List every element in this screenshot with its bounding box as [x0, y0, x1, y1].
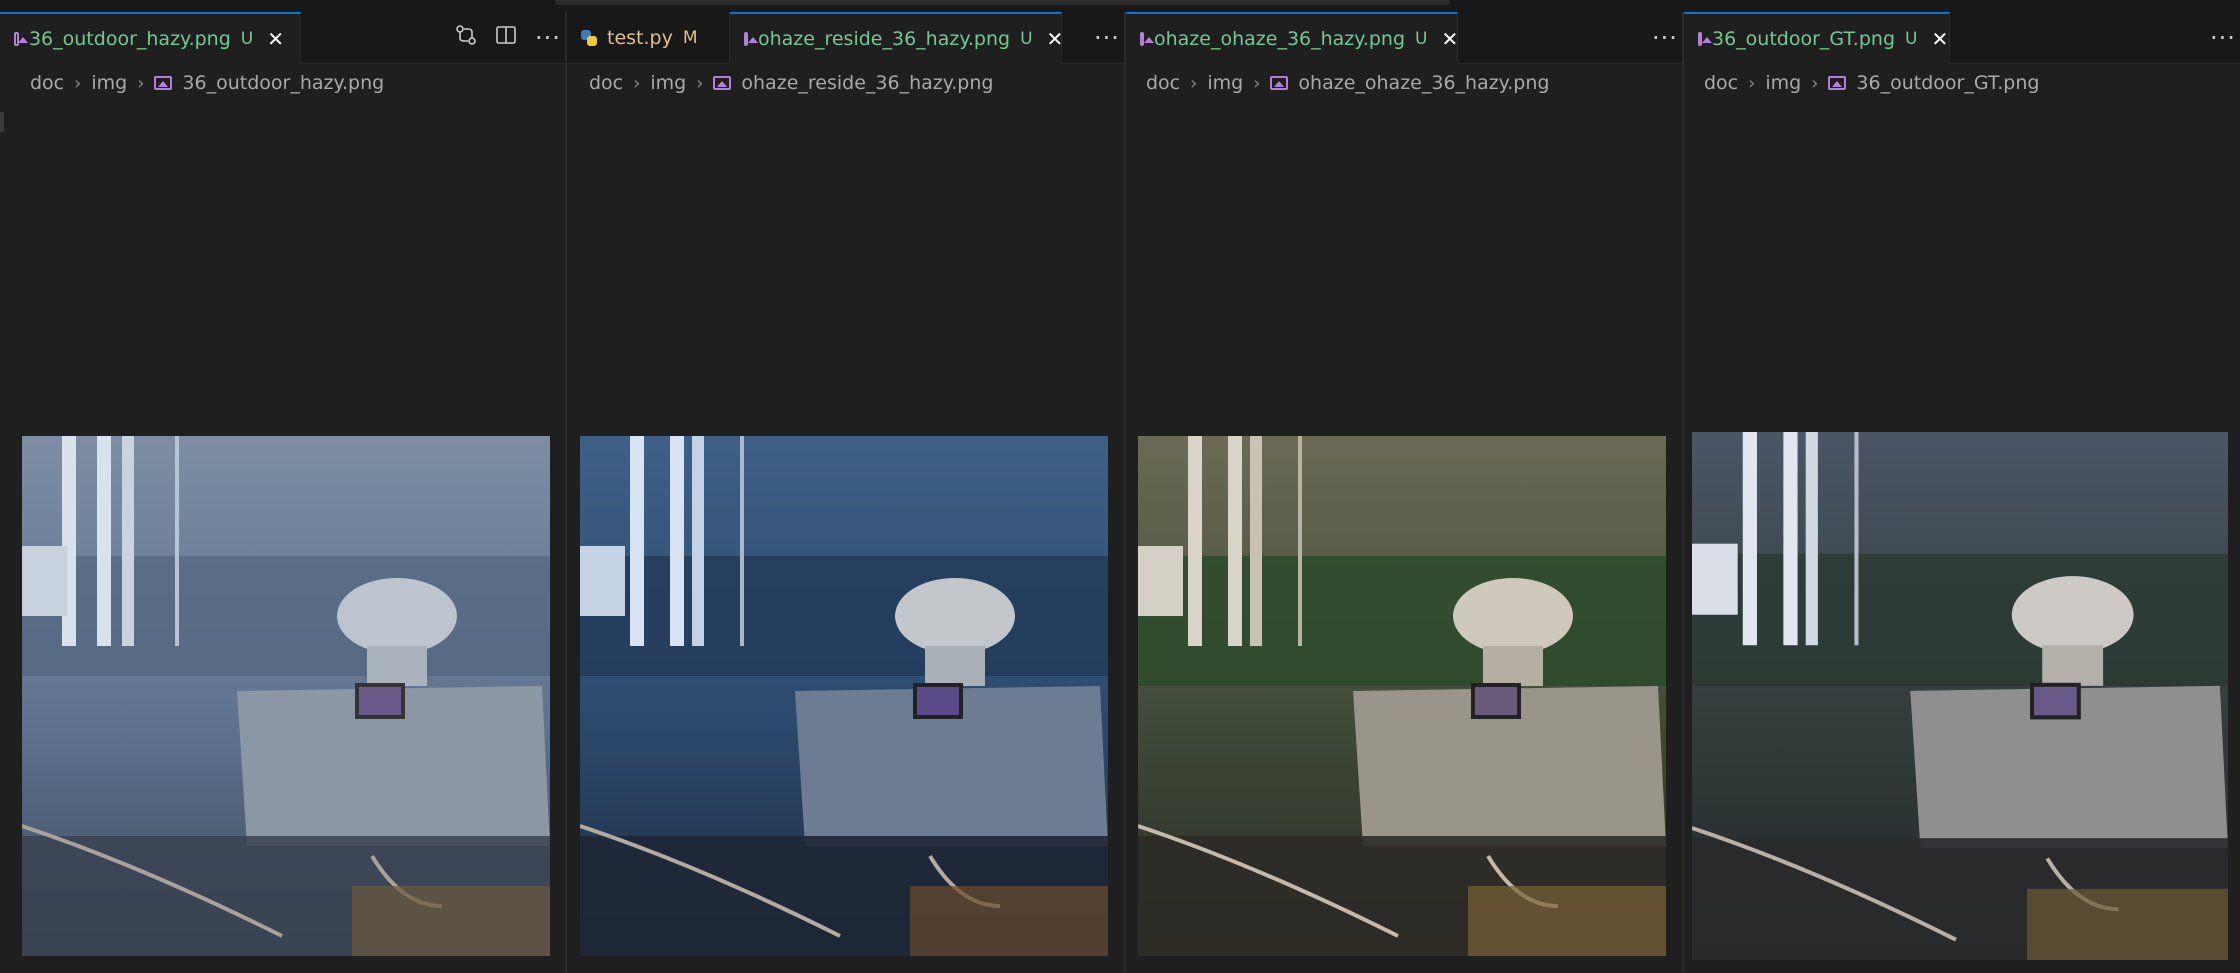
image-preview-ohaze[interactable] [1138, 436, 1666, 956]
breadcrumb-file[interactable]: 36_outdoor_hazy.png [182, 72, 384, 94]
tab-label: ohaze_reside_36_hazy.png [758, 28, 1011, 50]
image-file-icon [1828, 76, 1847, 90]
image-file-icon [1270, 76, 1289, 90]
editor-group-1: 36_outdoor_hazy.png U ✕ ··· doc › img › … [0, 12, 565, 973]
editor-group-3: ohaze_ohaze_36_hazy.png U ✕ ··· doc › im… [1126, 12, 1682, 973]
tab-label: 36_outdoor_hazy.png [28, 28, 231, 50]
chevron-right-icon: › [1253, 72, 1261, 94]
breadcrumb-file[interactable]: ohaze_reside_36_hazy.png [741, 72, 993, 94]
breadcrumb-doc[interactable]: doc [589, 72, 623, 94]
editor-actions: ··· [1094, 12, 1119, 63]
scroll-indicator [0, 112, 4, 132]
editor-actions: ··· [455, 12, 560, 63]
chevron-right-icon: › [137, 72, 145, 94]
more-actions-icon[interactable]: ··· [1094, 24, 1119, 52]
chevron-right-icon: › [1811, 72, 1819, 94]
breadcrumb-doc[interactable]: doc [1704, 72, 1738, 94]
git-status-badge: U [240, 29, 254, 49]
breadcrumb-img[interactable]: img [1765, 72, 1801, 94]
tab-label: 36_outdoor_GT.png [1712, 28, 1896, 50]
tab-label: ohaze_ohaze_36_hazy.png [1154, 28, 1406, 50]
breadcrumb: doc › img › 36_outdoor_GT.png [1704, 68, 2039, 98]
close-icon[interactable]: ✕ [1047, 27, 1064, 51]
image-file-icon [1698, 32, 1712, 46]
breadcrumb-img[interactable]: img [650, 72, 686, 94]
breadcrumb: doc › img › ohaze_reside_36_hazy.png [589, 68, 993, 98]
chevron-right-icon: › [633, 72, 641, 94]
image-file-icon [744, 32, 758, 46]
python-file-icon [581, 29, 597, 46]
tab-36-outdoor-gt[interactable]: 36_outdoor_GT.png U ✕ [1684, 12, 1950, 64]
chevron-right-icon: › [1748, 72, 1756, 94]
breadcrumb-img[interactable]: img [1207, 72, 1243, 94]
split-editor-icon[interactable] [495, 24, 517, 52]
tab-label: test.py [607, 26, 673, 49]
editor-group-4: 36_outdoor_GT.png U ✕ ··· doc › img › 36… [1684, 12, 2240, 973]
image-file-icon [14, 32, 28, 46]
tab-ohaze-reside-36-hazy[interactable]: ohaze_reside_36_hazy.png U ✕ [730, 12, 1064, 64]
more-actions-icon[interactable]: ··· [2210, 24, 2235, 52]
compare-changes-icon[interactable] [455, 24, 477, 52]
git-status-badge: U [1415, 29, 1428, 49]
breadcrumb: doc › img › 36_outdoor_hazy.png [30, 68, 384, 98]
tab-bar: ohaze_ohaze_36_hazy.png U ✕ ··· [1126, 12, 1682, 64]
command-center[interactable] [555, 0, 1450, 5]
tab-test-py[interactable]: test.py M [567, 12, 730, 63]
tab-ohaze-ohaze-36-hazy[interactable]: ohaze_ohaze_36_hazy.png U ✕ [1126, 12, 1458, 64]
git-status-badge: U [1020, 29, 1033, 49]
image-preview-ground-truth[interactable] [1692, 432, 2228, 960]
tab-36-outdoor-hazy[interactable]: 36_outdoor_hazy.png U ✕ [0, 12, 301, 64]
image-file-icon [1140, 32, 1154, 46]
tab-bar: test.py M ohaze_reside_36_hazy.png U ✕ ·… [567, 12, 1124, 64]
breadcrumb-file[interactable]: 36_outdoor_GT.png [1856, 72, 2039, 94]
chevron-right-icon: › [696, 72, 704, 94]
close-icon[interactable]: ✕ [1441, 27, 1458, 51]
editor-group-2: test.py M ohaze_reside_36_hazy.png U ✕ ·… [567, 12, 1124, 973]
hazy-photo [22, 436, 550, 956]
ohaze-photo [1138, 436, 1666, 956]
ground-truth-photo [1692, 432, 2228, 960]
reside-photo [580, 436, 1108, 956]
image-file-icon [154, 76, 173, 90]
close-icon[interactable]: ✕ [1931, 27, 1948, 51]
breadcrumb-doc[interactable]: doc [30, 72, 64, 94]
more-actions-icon[interactable]: ··· [1652, 24, 1677, 52]
image-preview-reside[interactable] [580, 436, 1108, 956]
image-file-icon [713, 76, 732, 90]
breadcrumb: doc › img › ohaze_ohaze_36_hazy.png [1146, 68, 1549, 98]
breadcrumb-doc[interactable]: doc [1146, 72, 1180, 94]
git-status-badge: M [682, 27, 698, 48]
more-actions-icon[interactable]: ··· [535, 24, 560, 52]
editor-actions: ··· [1652, 12, 1677, 63]
editor-actions: ··· [2210, 12, 2235, 63]
git-status-badge: U [1905, 29, 1918, 49]
breadcrumb-file[interactable]: ohaze_ohaze_36_hazy.png [1298, 72, 1549, 94]
breadcrumb-img[interactable]: img [91, 72, 127, 94]
chevron-right-icon: › [74, 72, 82, 94]
window-top-strip [0, 0, 2240, 12]
chevron-right-icon: › [1190, 72, 1198, 94]
image-preview-hazy[interactable] [22, 436, 550, 956]
close-icon[interactable]: ✕ [267, 27, 284, 51]
tab-bar: 36_outdoor_hazy.png U ✕ ··· [0, 12, 565, 64]
tab-bar: 36_outdoor_GT.png U ✕ ··· [1684, 12, 2240, 64]
